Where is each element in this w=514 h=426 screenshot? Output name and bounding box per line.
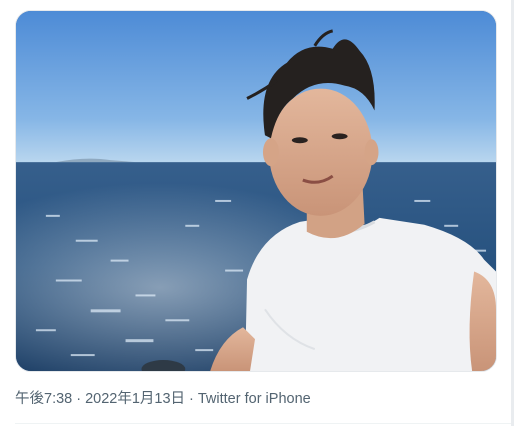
tweet-time: 午後7:38: [15, 391, 73, 407]
tweet-detail: 午後7:38 · 2022年1月13日 · Twitter for iPhone: [0, 0, 514, 426]
tweet-timestamp-link[interactable]: 午後7:38 · 2022年1月13日: [15, 391, 185, 407]
meta-separator: ·: [189, 391, 194, 407]
photo-image: [16, 11, 496, 371]
tweet-photo[interactable]: [15, 10, 497, 372]
meta-separator: ·: [76, 391, 82, 407]
divider: [15, 423, 514, 424]
tweet-meta: 午後7:38 · 2022年1月13日 · Twitter for iPhone: [15, 389, 311, 409]
tweet-source: Twitter for iPhone: [197, 391, 311, 407]
tweet-date: 2022年1月13日: [85, 391, 186, 407]
